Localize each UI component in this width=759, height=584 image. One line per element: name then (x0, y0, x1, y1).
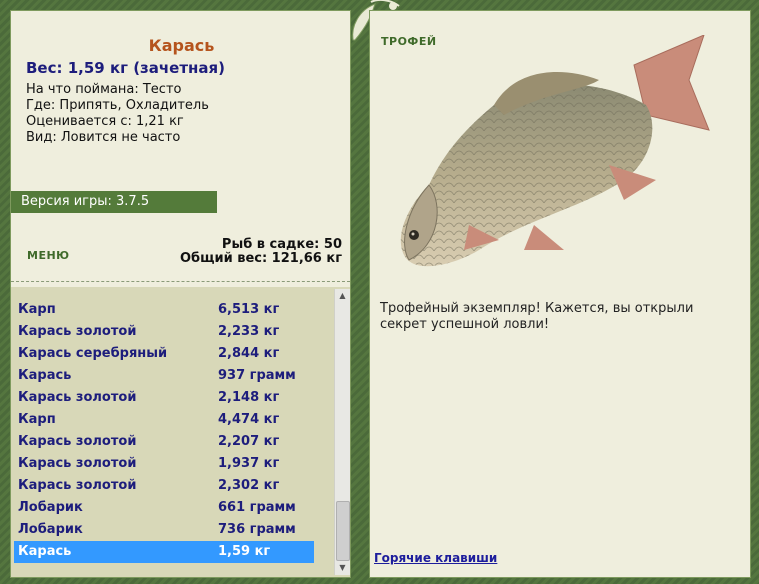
trophy-description: Трофейный экземпляр! Кажется, вы открыли… (380, 301, 694, 332)
catch-list-item[interactable]: Карась золотой 2,207 кг (14, 431, 314, 453)
fish-weight: Вес: 1,59 кг (зачетная) (26, 59, 226, 77)
catch-list-item[interactable]: Лобарик 736 грамм (14, 519, 314, 541)
catch-fish-weight: 736 грамм (218, 522, 296, 537)
catch-list-item[interactable]: Лобарик 661 грамм (14, 497, 314, 519)
divider (11, 281, 350, 282)
catch-fish-name: Карась золотой (18, 390, 137, 405)
catch-fish-weight: 2,302 кг (218, 478, 280, 493)
min-weight-info: Оценивается с: 1,21 кг (26, 114, 184, 129)
catch-list-item[interactable]: Карась золотой 2,233 кг (14, 321, 314, 343)
catch-fish-weight: 937 грамм (218, 368, 296, 383)
catch-list-item[interactable]: Карась серебряный 2,844 кг (14, 343, 314, 365)
catch-fish-name: Карась (18, 544, 72, 559)
location-info: Где: Припять, Охладитель (26, 98, 209, 113)
catch-fish-name: Лобарик (18, 500, 83, 515)
catch-list-scrollbar[interactable]: ▲ ▼ (334, 289, 350, 575)
scroll-down-icon[interactable]: ▼ (335, 561, 350, 575)
catch-list-item[interactable]: Карась золотой 1,937 кг (14, 453, 314, 475)
fish-image (400, 35, 710, 267)
catch-fish-name: Карась золотой (18, 434, 137, 449)
catch-list-item[interactable]: Карась 937 грамм (14, 365, 314, 387)
keepnet-count: Рыб в садке: 50 (221, 237, 342, 252)
menu-button[interactable]: МЕНЮ (27, 249, 70, 262)
keepnet-stats: Рыб в садке: 50 Общий вес: 121,66 кг (180, 238, 342, 266)
version-bar: Версия игры: 3.7.5 (11, 191, 217, 213)
catch-fish-weight: 2,148 кг (218, 390, 280, 405)
catch-fish-name: Карась золотой (18, 478, 137, 493)
keepnet-total-weight: Общий вес: 121,66 кг (179, 251, 342, 266)
catch-fish-name: Карась золотой (18, 324, 137, 339)
rarity-info: Вид: Ловится не часто (26, 130, 181, 145)
catch-fish-weight: 1,59 кг (218, 544, 271, 559)
catch-fish-weight: 4,474 кг (218, 412, 280, 427)
catch-fish-weight: 661 грамм (218, 500, 296, 515)
catch-fish-name: Лобарик (18, 522, 83, 537)
catch-list-item[interactable]: Карась золотой 2,302 кг (14, 475, 314, 497)
catch-fish-name: Карась (18, 368, 72, 383)
catch-fish-weight: 1,937 кг (218, 456, 280, 471)
catch-fish-name: Карась золотой (18, 456, 137, 471)
trophy-panel: ТРОФЕЙ Трофейный экземпляр! Кажется, вы … (369, 10, 751, 578)
catch-list[interactable]: Карп 6,513 кг Карась золотой 2,233 кг Карась… (11, 287, 350, 577)
catch-list-item[interactable]: Карась 1,59 кг (14, 541, 314, 563)
scroll-up-icon[interactable]: ▲ (335, 289, 350, 303)
catch-fish-weight: 2,233 кг (218, 324, 280, 339)
catch-list-item[interactable]: Карп 6,513 кг (14, 299, 314, 321)
hotkeys-link[interactable]: Горячие клавиши (374, 551, 497, 565)
catch-list-item[interactable]: Карп 4,474 кг (14, 409, 314, 431)
bait-info: На что поймана: Тесто (26, 82, 182, 97)
catch-fish-weight: 6,513 кг (218, 302, 280, 317)
catch-fish-weight: 2,207 кг (218, 434, 280, 449)
catch-fish-name: Карп (18, 412, 56, 427)
scroll-thumb[interactable] (336, 501, 350, 561)
fish-name: Карась (148, 36, 215, 55)
catch-fish-weight: 2,844 кг (218, 346, 280, 361)
fish-info-panel: Карась Вес: 1,59 кг (зачетная) На что по… (10, 10, 351, 578)
catch-list-item[interactable]: Карась золотой 2,148 кг (14, 387, 314, 409)
catch-fish-name: Карп (18, 302, 56, 317)
catch-fish-name: Карась серебряный (18, 346, 168, 361)
